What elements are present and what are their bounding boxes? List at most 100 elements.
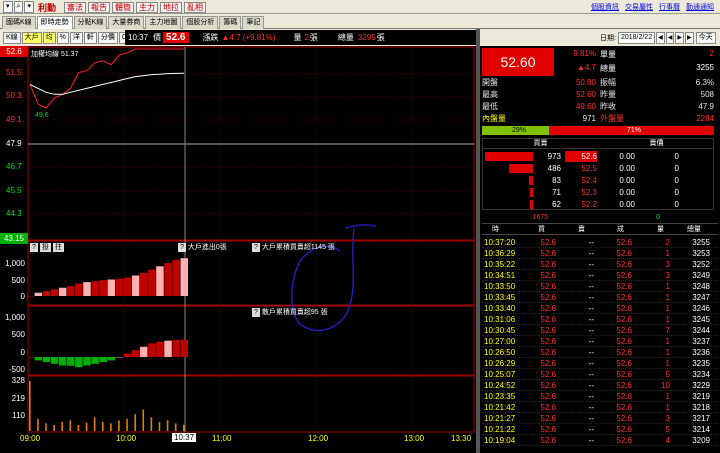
- tick-ask: --: [588, 370, 594, 379]
- tool-button-5[interactable]: 軒: [83, 32, 97, 44]
- menu-button-0[interactable]: 審法: [63, 1, 86, 13]
- menu-button-1[interactable]: 報告: [87, 1, 110, 13]
- stat-label: 開盤: [482, 78, 498, 87]
- bid-volume-bar: [485, 152, 533, 161]
- tick-row: 10:25:07 52.6 -- 52.6 5 3234: [482, 369, 718, 380]
- menu-button-5[interactable]: 亂相: [183, 1, 206, 13]
- nav-prev-icon[interactable]: ◀: [665, 31, 675, 44]
- tab-4[interactable]: 主力地圖: [145, 16, 182, 29]
- tick-bid: 52.6: [540, 414, 556, 423]
- panel-button[interactable]: 投: [39, 242, 51, 252]
- tool-button-6[interactable]: 分價: [97, 32, 118, 44]
- tick-ask: --: [588, 337, 594, 346]
- bid-volume-bar: [530, 188, 533, 197]
- search-icon[interactable]: ⌕: [13, 1, 24, 13]
- retail-bar: [34, 357, 43, 361]
- tick-deal: 52.6: [616, 348, 632, 357]
- tick-total: 3255: [692, 238, 710, 247]
- volume-bar: [183, 424, 185, 431]
- tick-total: 3236: [692, 348, 710, 357]
- tick-vol: 3: [665, 260, 670, 269]
- help-icon[interactable]: ?: [252, 242, 260, 252]
- link-3[interactable]: 勤通通知: [686, 2, 714, 12]
- big-holder-bar: [42, 291, 51, 296]
- link-2[interactable]: 行事曆: [659, 2, 680, 12]
- tick-ask: --: [588, 403, 594, 412]
- help-icon[interactable]: ?: [252, 307, 260, 317]
- tool-button-4[interactable]: 洋: [69, 32, 83, 44]
- y-label-bottom: 43.15: [0, 233, 28, 244]
- tick-ask: --: [588, 348, 594, 357]
- p2-y-label: 1,000: [4, 259, 25, 268]
- tick-time: 10:34:51: [484, 271, 516, 280]
- bid-price: 52.2: [581, 200, 597, 209]
- p4-y-label: 219: [11, 394, 25, 403]
- tick-deal: 52.6: [616, 436, 632, 445]
- big-holder-bar: [148, 269, 156, 296]
- tick-ask: --: [588, 392, 594, 401]
- p4-y-label: 110: [12, 411, 25, 420]
- y-label: 49.1: [6, 115, 22, 124]
- vol-label: 量: [293, 33, 302, 42]
- volume-bar: [118, 420, 120, 431]
- bid-header: 買賣: [483, 139, 598, 149]
- nav-last-icon[interactable]: ▶: [684, 31, 694, 44]
- ask-price: 0.00: [619, 200, 635, 209]
- tab-2[interactable]: 分點K線: [73, 16, 108, 29]
- tab-0[interactable]: 國碼K線: [2, 16, 36, 29]
- big-holder-bar: [131, 275, 140, 296]
- dropdown-icon[interactable]: ▾: [24, 1, 34, 13]
- tick-row: 10:21:42 52.6 -- 52.6 1 3218: [482, 402, 718, 413]
- retail-bar: [26, 357, 34, 358]
- tool-button-3[interactable]: %: [56, 32, 69, 44]
- tick-ask: --: [588, 326, 594, 335]
- tick-vol: 1: [665, 403, 670, 412]
- date-input[interactable]: 2018/2/22: [617, 31, 656, 44]
- pct-change: 9.81%: [573, 49, 596, 58]
- intraday-chart[interactable]: 52.6 51.5 50.3 49.1 47.9 46.7 45.5 44.3 …: [0, 46, 476, 453]
- volume-bar: [134, 414, 136, 431]
- link-0[interactable]: 個股資訊: [591, 2, 619, 12]
- retail-bar: [172, 340, 180, 357]
- tab-3[interactable]: 大量券商: [108, 16, 145, 29]
- volume-bar: [61, 421, 64, 431]
- single-label: 單量: [600, 50, 616, 59]
- tick-total: 3245: [692, 315, 710, 324]
- total-qty-label: 總量: [600, 64, 616, 73]
- ask-volume: 0: [674, 152, 679, 161]
- tick-vol: 1: [665, 282, 670, 291]
- tick-vol: 7: [665, 326, 670, 335]
- volume-bar: [110, 423, 112, 431]
- today-button[interactable]: 今天: [695, 31, 716, 44]
- retail-bar: [67, 357, 75, 366]
- tick-time: 10:21:27: [484, 414, 516, 423]
- tick-bid: 52.6: [540, 436, 556, 445]
- tick-bid: 52.6: [540, 337, 556, 346]
- tick-time: 10:35:22: [484, 260, 516, 269]
- menu-button-3[interactable]: 主力: [135, 1, 158, 13]
- p3-y-label: 0: [20, 348, 25, 357]
- big-holder-bar: [67, 286, 75, 296]
- help-icon[interactable]: ?: [178, 242, 186, 252]
- menu-button-4[interactable]: 地拉: [159, 1, 182, 13]
- tool-button-1[interactable]: 大戶: [21, 32, 42, 44]
- panel-button[interactable]: 拄: [52, 242, 64, 252]
- help-button[interactable]: ?: [30, 242, 38, 252]
- tab-6[interactable]: 籌碼: [219, 16, 242, 29]
- p2-y-label: 0: [20, 292, 25, 301]
- nav-first-icon[interactable]: ◀: [656, 31, 665, 44]
- link-1[interactable]: 交易屬性: [625, 2, 653, 12]
- nav-next-icon[interactable]: ▶: [675, 31, 684, 44]
- retail-bar: [156, 341, 164, 357]
- tick-deal: 52.6: [616, 293, 632, 302]
- tool-button-2[interactable]: 均: [42, 32, 56, 44]
- menu-button-2[interactable]: 體簡: [111, 1, 134, 13]
- tick-vol: 10: [661, 381, 670, 390]
- stat-value: 6.3%: [695, 78, 714, 87]
- tab-7[interactable]: 筆記: [242, 16, 265, 29]
- tab-1[interactable]: 即時走勢: [36, 16, 73, 29]
- tool-button-0[interactable]: K線: [3, 32, 21, 44]
- tab-5[interactable]: 個股分析: [182, 16, 219, 29]
- tick-time: 10:23:35: [484, 392, 516, 401]
- dropdown-icon[interactable]: ▾: [3, 1, 13, 13]
